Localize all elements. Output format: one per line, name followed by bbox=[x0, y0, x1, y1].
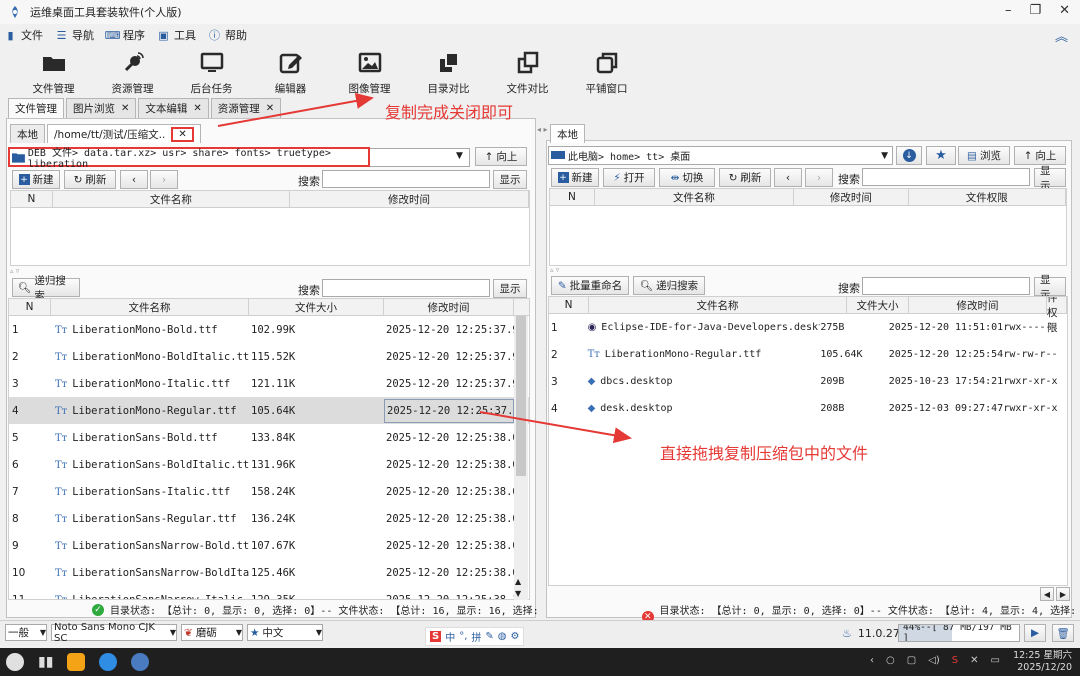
annotation-drag-hint: 直接拖拽复制压缩包中的文件 bbox=[660, 444, 869, 463]
annotation-close-hint: 复制完成关闭即可 bbox=[385, 103, 514, 122]
annotation-arrows bbox=[217, 92, 632, 444]
annotation-arrow-drag bbox=[479, 411, 632, 444]
annotation-arrow-close bbox=[217, 92, 374, 127]
